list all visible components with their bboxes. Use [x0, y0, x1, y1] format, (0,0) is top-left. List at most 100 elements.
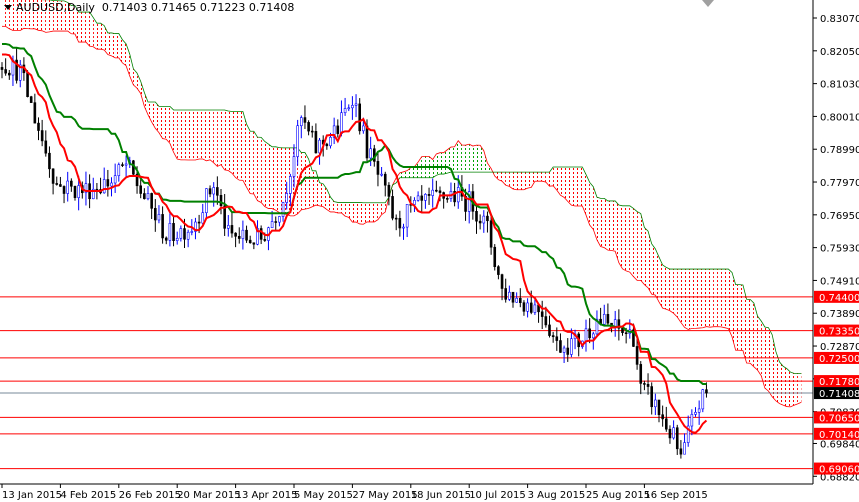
candles	[0, 47, 708, 459]
candle	[208, 185, 212, 198]
candle-body	[124, 163, 128, 166]
candle-body	[657, 399, 661, 416]
cloud-segment	[575, 166, 579, 206]
candle-body	[391, 196, 394, 219]
candle	[139, 177, 142, 199]
symbol-label: AUDUSD,Daily	[16, 1, 95, 14]
cloud-segment	[275, 146, 280, 213]
candle-body	[55, 183, 59, 185]
candle-body	[150, 193, 153, 209]
candle-body	[486, 215, 489, 222]
candle	[161, 206, 164, 244]
price-level-label: 0.70140	[819, 430, 859, 441]
candle-body	[489, 220, 493, 248]
cloud-segment	[684, 269, 689, 330]
candle-body	[113, 175, 117, 184]
cloud-segment	[662, 265, 667, 310]
candle-body	[70, 180, 73, 187]
candle	[278, 215, 281, 227]
cloud-segment	[768, 327, 773, 397]
candle-body	[566, 347, 570, 355]
candle	[26, 70, 29, 98]
candle	[212, 182, 215, 207]
candle-body	[343, 108, 347, 114]
candle-body	[635, 346, 639, 365]
cloud-segment	[472, 145, 477, 173]
candle	[48, 146, 51, 178]
cloud-segment	[257, 137, 262, 203]
candle	[661, 405, 664, 427]
price-tick-label: 0.73890	[820, 309, 859, 320]
cloud-segment	[458, 140, 462, 173]
candle	[73, 185, 77, 201]
candle-body	[544, 316, 548, 326]
chart-shift-marker[interactable]	[702, 0, 714, 7]
candle	[70, 178, 73, 192]
candle-body	[314, 131, 318, 154]
price-tick-label: 0.80010	[820, 112, 859, 123]
cloud-segment	[783, 366, 787, 407]
cloud-segment	[268, 144, 273, 209]
candle	[380, 167, 383, 177]
candle	[259, 225, 263, 245]
cloud-segment	[235, 111, 240, 181]
cloud-segment	[206, 109, 211, 161]
price-tick-label: 0.77970	[820, 178, 859, 189]
candle-body	[102, 179, 106, 194]
cloud-segment	[779, 361, 784, 406]
candle-body	[48, 152, 51, 170]
candle	[482, 210, 486, 233]
cloud-segment	[173, 109, 178, 160]
cloud-segment	[520, 172, 524, 190]
cloud-segment	[107, 32, 112, 56]
price-level-label: 0.69060	[819, 465, 859, 476]
candle	[683, 433, 686, 455]
candle	[33, 93, 37, 124]
cloud-segment	[180, 109, 185, 160]
candle	[299, 115, 303, 139]
candle-body	[234, 232, 237, 237]
candle-body	[62, 186, 66, 194]
candle	[617, 309, 621, 341]
candle-body	[358, 103, 362, 132]
candle-body	[420, 195, 424, 201]
candle-body	[227, 225, 230, 229]
cloud-segment	[505, 172, 510, 187]
candle-body	[478, 220, 482, 224]
candle	[325, 142, 329, 150]
cloud-segment	[523, 172, 528, 190]
candle	[427, 187, 431, 205]
candle-body	[438, 190, 442, 193]
candle-body	[216, 187, 219, 196]
cloud-segment	[410, 166, 415, 178]
candle-body	[555, 336, 559, 341]
candle-body	[431, 189, 435, 196]
candle	[500, 273, 504, 301]
candle-body	[606, 314, 610, 324]
candle-body	[245, 229, 248, 241]
cloud-segment	[618, 204, 623, 269]
cloud-segment	[140, 81, 145, 107]
cloud-segment	[713, 269, 718, 327]
cloud-segment	[166, 106, 170, 144]
candle	[376, 151, 380, 187]
candle-body	[522, 302, 526, 312]
candle-body	[416, 195, 420, 201]
candle-body	[8, 72, 11, 76]
cloud-segment	[688, 269, 692, 330]
candle-body	[664, 418, 668, 430]
candle	[405, 204, 409, 238]
candle	[518, 288, 522, 308]
candle-body	[518, 297, 522, 303]
time-tick-label: 25 Aug 2015	[586, 490, 650, 501]
candle-body	[161, 214, 164, 239]
candle-body	[548, 324, 551, 336]
candle-body	[383, 173, 387, 186]
cloud-segment	[564, 166, 568, 202]
candle-body	[661, 414, 664, 420]
candle-body	[529, 302, 533, 313]
price-chart[interactable]: 0.83070 0.82050 0.81030 0.80010 0.78990 0.779…	[0, 0, 859, 502]
candle	[595, 310, 599, 337]
cloud-segment	[604, 198, 608, 251]
candle	[697, 400, 701, 425]
